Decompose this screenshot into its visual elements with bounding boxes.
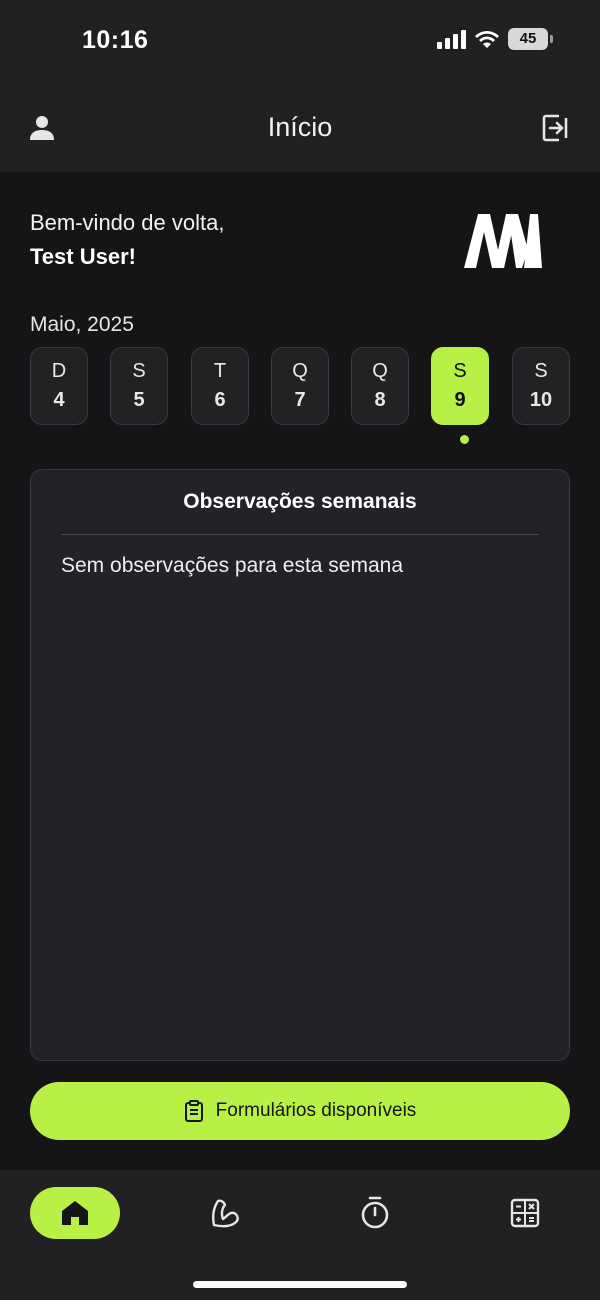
- nav-workout[interactable]: [190, 1187, 260, 1239]
- nav-home[interactable]: [30, 1187, 120, 1239]
- calculator-icon: [510, 1198, 540, 1228]
- day-letter: D: [51, 360, 67, 382]
- day-letter: Q: [292, 360, 308, 382]
- weekly-observations-card: Observações semanais Sem observações par…: [30, 469, 570, 1061]
- day-number: 9: [454, 389, 466, 411]
- empty-state-text: Sem observações para esta semana: [61, 554, 404, 577]
- brand-logo: [464, 214, 542, 268]
- app-header: Início: [0, 82, 600, 172]
- day-item[interactable]: Q 8: [351, 347, 409, 425]
- day-letter: S: [132, 360, 146, 382]
- day-number: 8: [374, 389, 386, 411]
- day-item[interactable]: S 10: [512, 347, 570, 425]
- logout-icon[interactable]: [540, 112, 572, 144]
- day-letter: S: [534, 360, 548, 382]
- nav-calculator[interactable]: [490, 1187, 560, 1239]
- cellular-signal-icon: [437, 29, 466, 49]
- status-time: 10:16: [82, 26, 149, 54]
- day-item[interactable]: S 5: [110, 347, 168, 425]
- day-item[interactable]: D 4: [30, 347, 88, 425]
- day-number: 10: [529, 389, 553, 411]
- forms-button-label: Formulários disponíveis: [215, 1100, 417, 1121]
- divider: [61, 534, 539, 535]
- arm-muscle-icon: [212, 1199, 239, 1228]
- month-label: Maio, 2025: [30, 313, 134, 336]
- day-item[interactable]: Q 7: [271, 347, 329, 425]
- card-title: Observações semanais: [183, 490, 417, 513]
- nav-timer[interactable]: [340, 1187, 410, 1239]
- page-title: Início: [267, 112, 333, 142]
- day-item[interactable]: T 6: [191, 347, 249, 425]
- home-icon: [62, 1201, 88, 1225]
- week-days: D 4 S 5 T 6 Q 7 Q 8 S 9 S 10: [30, 347, 571, 427]
- greeting: Bem-vindo de volta, Test User!: [30, 210, 224, 270]
- stopwatch-icon: [361, 1196, 389, 1229]
- status-bar: 10:16 45: [0, 0, 600, 82]
- day-letter: Q: [372, 360, 388, 382]
- selected-day-indicator: [460, 435, 469, 444]
- greeting-username: Test User!: [30, 244, 136, 269]
- available-forms-button[interactable]: Formulários disponíveis: [30, 1082, 570, 1140]
- home-indicator[interactable]: [193, 1281, 407, 1288]
- day-letter: T: [213, 360, 227, 382]
- day-number: 5: [133, 389, 145, 411]
- status-icons: 45: [437, 28, 553, 50]
- day-number: 6: [214, 389, 226, 411]
- battery-icon: 45: [508, 28, 553, 50]
- day-item-selected[interactable]: S 9: [431, 347, 489, 425]
- greeting-welcome: Bem-vindo de volta,: [30, 210, 225, 235]
- clipboard-icon: [184, 1100, 203, 1122]
- day-number: 4: [53, 389, 65, 411]
- day-number: 7: [294, 389, 306, 411]
- day-letter: S: [453, 360, 467, 382]
- wifi-icon: [475, 31, 499, 48]
